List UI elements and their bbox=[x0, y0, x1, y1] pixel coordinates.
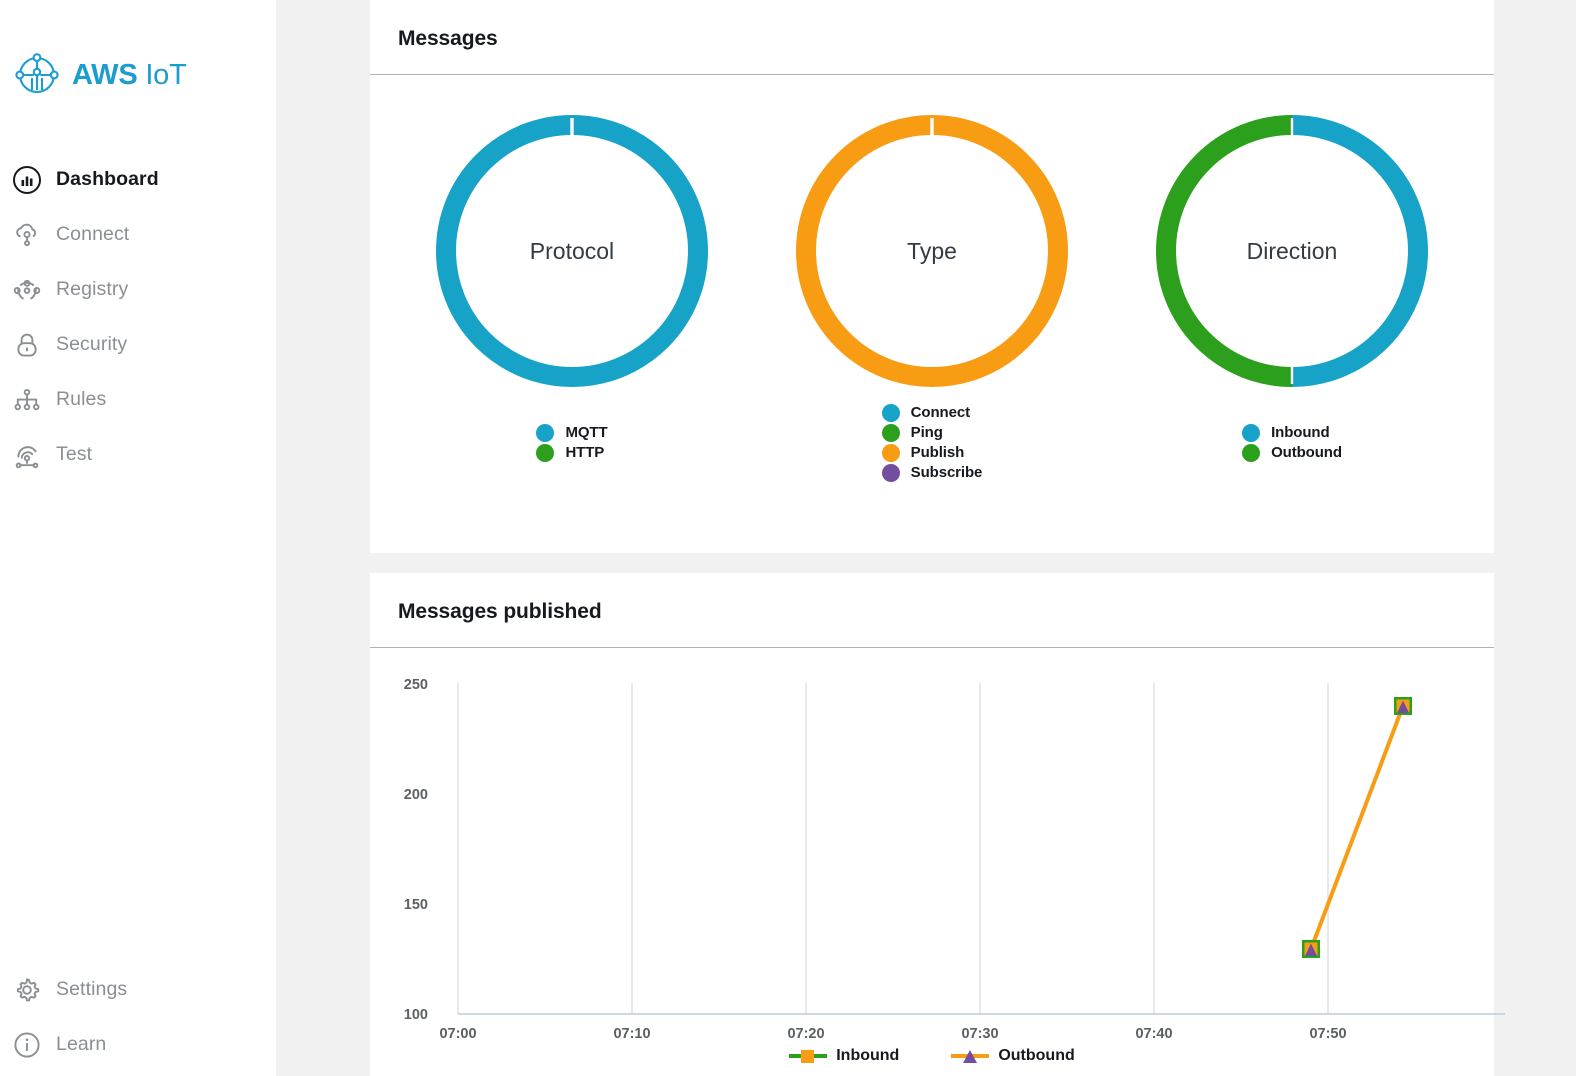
donut-chart[interactable]: Protocol bbox=[426, 105, 718, 397]
sidebar-item-dashboard[interactable]: Dashboard bbox=[0, 152, 276, 207]
registry-nodes-icon bbox=[12, 275, 42, 305]
gear-icon bbox=[12, 975, 42, 1005]
info-circle-icon bbox=[12, 1030, 42, 1060]
x-tick-label: 07:20 bbox=[787, 1026, 824, 1038]
donut-center-label: Direction bbox=[1246, 237, 1338, 264]
aws-iot-logo-icon bbox=[14, 52, 60, 98]
sidebar-item-label: Dashboard bbox=[56, 168, 159, 190]
x-tick-label: 07:00 bbox=[439, 1026, 476, 1038]
x-tick-label: 07:50 bbox=[1309, 1026, 1346, 1038]
legend-item-inbound[interactable]: Inbound bbox=[789, 1047, 899, 1065]
y-tick-label: 150 bbox=[404, 897, 428, 913]
line-chart-legend: Inbound Outbound bbox=[370, 1047, 1494, 1065]
brand-text: AWS IoT bbox=[72, 59, 187, 92]
donut-center-label: Type bbox=[907, 237, 957, 264]
sidebar-item-settings[interactable]: Settings bbox=[0, 962, 276, 1017]
aws-iot-console: AWS IoT Dashboard Connect Registry Secur… bbox=[0, 0, 1576, 1076]
legend-item[interactable]: Subscribe bbox=[881, 463, 983, 482]
sidebar-item-security[interactable]: Security bbox=[0, 317, 276, 372]
dashboard-icon bbox=[12, 165, 42, 195]
donut-chart[interactable]: Direction bbox=[1146, 105, 1438, 397]
donut-protocol: Protocol MQTT HTTP bbox=[392, 105, 752, 482]
sidebar-item-connect[interactable]: Connect bbox=[0, 207, 276, 262]
messages-card: Messages Protocol MQTT HTTP Type Connect… bbox=[370, 0, 1494, 553]
legend-color-dot bbox=[881, 463, 900, 482]
donut-chart[interactable]: Type bbox=[786, 105, 1078, 397]
sidebar-item-label: Security bbox=[56, 333, 128, 355]
donut-direction: Direction Inbound Outbound bbox=[1112, 105, 1472, 482]
legend-label: MQTT bbox=[565, 424, 608, 441]
sidebar-item-test[interactable]: Test bbox=[0, 427, 276, 482]
donut-row: Protocol MQTT HTTP Type Connect Ping Pub… bbox=[370, 75, 1494, 482]
legend-item[interactable]: Publish bbox=[881, 443, 983, 462]
legend-label: Subscribe bbox=[910, 464, 983, 481]
legend-item-outbound[interactable]: Outbound bbox=[951, 1047, 1075, 1065]
donut-center-label: Protocol bbox=[529, 237, 615, 264]
main-content: Messages Protocol MQTT HTTP Type Connect… bbox=[276, 0, 1576, 1076]
sidebar-item-learn[interactable]: Learn bbox=[0, 1017, 276, 1072]
donut-legend: Inbound Outbound bbox=[1242, 423, 1342, 462]
published-card-title: Messages published bbox=[398, 600, 602, 623]
legend-item[interactable]: MQTT bbox=[536, 423, 608, 442]
brand-secondary: IoT bbox=[145, 58, 187, 91]
legend-label: Outbound bbox=[1271, 444, 1342, 461]
brand[interactable]: AWS IoT bbox=[0, 0, 276, 108]
legend-label: Inbound bbox=[1271, 424, 1330, 441]
legend-label: Outbound bbox=[998, 1047, 1075, 1064]
legend-item[interactable]: Outbound bbox=[1242, 443, 1342, 462]
test-signal-icon bbox=[12, 440, 42, 470]
donut-legend: Connect Ping Publish Subscribe bbox=[881, 403, 983, 482]
x-tick-label: 07:40 bbox=[1135, 1026, 1172, 1038]
sidebar-item-label: Rules bbox=[56, 388, 107, 410]
legend-color-dot bbox=[1242, 423, 1261, 442]
sidebar-item-rules[interactable]: Rules bbox=[0, 372, 276, 427]
sidebar-nav-bottom: Settings Learn bbox=[0, 962, 276, 1072]
donut-type: Type Connect Ping Publish Subscribe bbox=[752, 105, 1112, 482]
donut-legend: MQTT HTTP bbox=[536, 423, 608, 462]
x-tick-label: 07:10 bbox=[613, 1026, 650, 1038]
sidebar-item-label: Learn bbox=[56, 1033, 107, 1055]
inbound-marker-icon bbox=[789, 1050, 828, 1063]
rules-hierarchy-icon bbox=[12, 385, 42, 415]
brand-primary: AWS bbox=[72, 58, 138, 91]
sidebar-item-label: Settings bbox=[56, 978, 128, 1000]
legend-color-dot bbox=[881, 443, 900, 462]
legend-item[interactable]: Connect bbox=[881, 403, 983, 422]
legend-label: HTTP bbox=[565, 444, 605, 461]
legend-label: Publish bbox=[910, 444, 965, 461]
legend-color-dot bbox=[1242, 443, 1261, 462]
legend-item[interactable]: Inbound bbox=[1242, 423, 1342, 442]
x-tick-label: 07:30 bbox=[961, 1026, 998, 1038]
sidebar-item-label: Registry bbox=[56, 278, 129, 300]
legend-item[interactable]: Ping bbox=[881, 423, 983, 442]
legend-label: Ping bbox=[910, 424, 943, 441]
security-lock-icon bbox=[12, 330, 42, 360]
y-tick-label: 100 bbox=[404, 1007, 428, 1023]
line-chart[interactable]: 250 200 150 100 07:00 07:10 07:20 07:30 … bbox=[370, 648, 1505, 1043]
legend-label: Inbound bbox=[836, 1047, 900, 1064]
sidebar-item-label: Connect bbox=[56, 223, 130, 245]
messages-card-title: Messages bbox=[398, 27, 498, 50]
legend-label: Connect bbox=[910, 404, 970, 421]
legend-color-dot bbox=[536, 443, 555, 462]
y-tick-label: 200 bbox=[404, 787, 428, 803]
messages-published-card: Messages published 250 200 150 100 07:00… bbox=[370, 573, 1505, 1076]
legend-color-dot bbox=[536, 423, 555, 442]
legend-item[interactable]: HTTP bbox=[536, 443, 607, 462]
sidebar-item-label: Test bbox=[56, 443, 93, 465]
sidebar-nav: Dashboard Connect Registry Security Rule… bbox=[0, 152, 276, 482]
connect-cloud-icon bbox=[12, 220, 42, 250]
legend-color-dot bbox=[881, 403, 900, 422]
sidebar-item-registry[interactable]: Registry bbox=[0, 262, 276, 317]
y-tick-label: 250 bbox=[404, 677, 428, 693]
legend-color-dot bbox=[881, 423, 900, 442]
sidebar: AWS IoT Dashboard Connect Registry Secur… bbox=[0, 0, 276, 1076]
outbound-marker-icon bbox=[951, 1050, 990, 1063]
